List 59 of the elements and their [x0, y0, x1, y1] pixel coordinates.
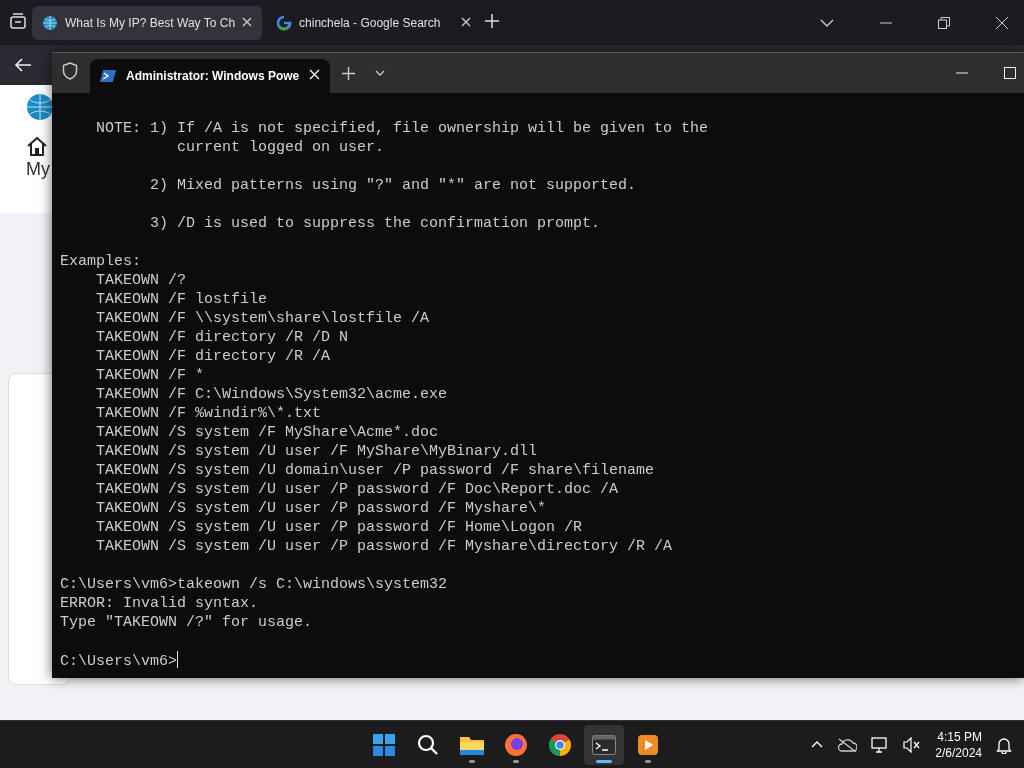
maximize-icon[interactable]: [1004, 67, 1016, 79]
close-icon[interactable]: [242, 16, 253, 27]
terminal-line: Type "TAKEOWN /?" for usage.: [60, 613, 313, 632]
terminal-line: 3) /D is used to suppress the confirmation prompt.: [149, 214, 601, 233]
cloud-off-icon[interactable]: [837, 737, 858, 752]
powershell-icon: [100, 69, 116, 83]
chevron-up-icon[interactable]: [811, 741, 824, 748]
back-arrow-icon[interactable]: [14, 58, 32, 72]
terminal-icon[interactable]: [592, 734, 616, 755]
terminal-line: TAKEOWN /S system /U user /P password /F Myshare\*: [95, 499, 547, 518]
minimize-icon[interactable]: [880, 21, 892, 24]
terminal-tab[interactable]: Administrator: Windows Powe: [90, 59, 331, 93]
chrome-icon[interactable]: [548, 732, 572, 757]
google-icon: [276, 14, 293, 31]
terminal-line: NOTE: 1) If /A is not specified, file ownership will be given to the: [95, 119, 709, 138]
terminal-line: TAKEOWN /?: [95, 271, 187, 290]
firefox-icon[interactable]: [504, 732, 528, 757]
globe-logo-icon: [26, 93, 54, 121]
chevron-down-icon[interactable]: [820, 18, 834, 27]
terminal-line: current logged on user.: [176, 138, 385, 157]
network-icon[interactable]: [871, 736, 890, 753]
terminal-line: TAKEOWN /S system /U user /P password /F Myshare\directory /R /A: [95, 537, 673, 556]
new-tab-icon[interactable]: [485, 13, 500, 28]
close-icon[interactable]: [996, 16, 1008, 29]
new-tab-icon[interactable]: [342, 66, 356, 80]
globe-icon: [42, 14, 58, 31]
home-icon[interactable]: [26, 135, 48, 157]
chevron-down-icon[interactable]: [375, 70, 386, 76]
terminal-line: TAKEOWN /F directory /R /A: [95, 347, 331, 366]
terminal-line: TAKEOWN /F \\system\share\lostfile /A: [95, 309, 430, 328]
terminal-line: TAKEOWN /F C:\Windows\System32\acme.exe: [95, 385, 448, 404]
clock[interactable]: 4:15 PM 2/6/2024: [935, 728, 982, 761]
media-player-icon[interactable]: [637, 733, 659, 756]
terminal-line: TAKEOWN /S system /U user /F MyShare\MyBinary.dll: [95, 442, 538, 461]
shield-icon: [62, 62, 78, 80]
nav-label[interactable]: My: [26, 159, 50, 180]
taskbar-button[interactable]: [584, 724, 624, 765]
terminal-line: ERROR: Invalid syntax.: [60, 594, 259, 613]
terminal-line: 2) Mixed patterns using "?" and "*" are not supported.: [149, 176, 637, 195]
terminal-line: C:\Users\vm6>takeown /s C:\windows\system32: [60, 575, 448, 594]
search-icon[interactable]: [417, 733, 439, 756]
start-icon[interactable]: [373, 733, 395, 756]
notification-bell-icon[interactable]: [996, 735, 1012, 754]
terminal-line: TAKEOWN /F %windir%\*.txt: [95, 404, 322, 423]
close-icon[interactable]: [461, 16, 472, 27]
terminal-line: C:\Users\vm6>: [60, 651, 179, 671]
browser-tab[interactable]: chinchela - Google Search: [266, 5, 482, 40]
terminal-line: Examples:: [60, 252, 141, 271]
browser-tab[interactable]: What Is My IP? Best Way To Ch: [32, 5, 263, 40]
terminal-line: TAKEOWN /S system /U domain\user /P password /F share\filename: [95, 461, 655, 480]
terminal-line: TAKEOWN /F directory /R /D N: [95, 328, 349, 347]
terminal-line: TAKEOWN /F *: [95, 366, 205, 385]
tab-overview-icon[interactable]: [8, 11, 28, 30]
terminal-line: TAKEOWN /S system /U user /P password /F Home\Logon /R: [95, 518, 583, 537]
speaker-muted-icon[interactable]: [903, 736, 922, 753]
terminal-line: TAKEOWN /F lostfile: [95, 290, 268, 309]
terminal-line: TAKEOWN /S system /F MyShare\Acme*.doc: [95, 423, 439, 442]
terminal-line: TAKEOWN /S system /U user /P password /F Doc\Report.doc /A: [95, 480, 619, 499]
restore-icon[interactable]: [938, 16, 950, 29]
